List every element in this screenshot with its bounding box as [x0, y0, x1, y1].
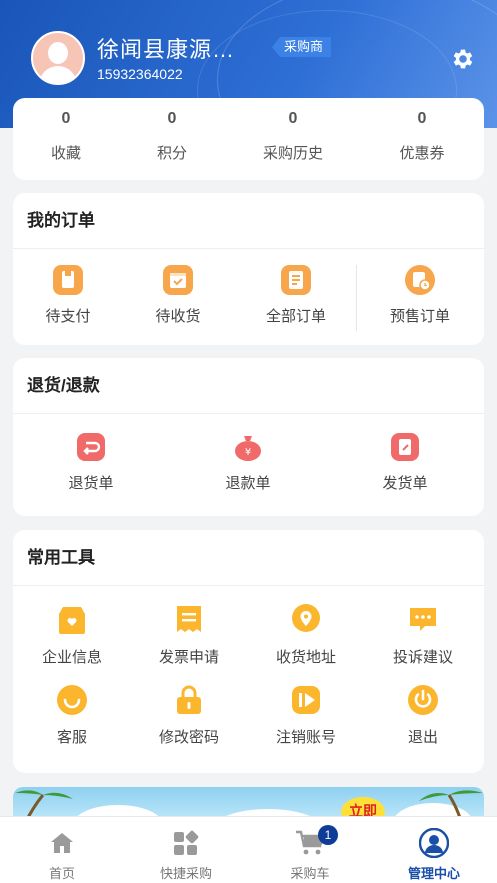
svg-text:¥: ¥	[245, 447, 251, 458]
power-icon	[408, 685, 438, 715]
presale-clock-icon	[405, 265, 435, 295]
tab-label: 管理中心	[407, 866, 460, 881]
tools-card: 常用工具 企业信息 发票申请 收货地址 投诉建议 客服 修改密码 注销账号 退出	[13, 530, 484, 773]
return-icon	[77, 433, 105, 461]
returns-title: 退货/退款	[13, 358, 484, 414]
tool-company-info[interactable]: 企业信息	[17, 602, 127, 667]
return-label: 退货单	[68, 475, 114, 492]
order-pending-payment[interactable]: 待支付	[13, 263, 123, 326]
tool-change-password[interactable]: 修改密码	[134, 682, 244, 747]
order-label: 待支付	[45, 308, 91, 325]
user-icon	[419, 828, 449, 858]
bottom-tab-bar: 首页 快捷采购 1 采购车 管理中心	[0, 816, 497, 883]
return-orders[interactable]: 退货单	[36, 430, 146, 493]
order-all[interactable]: 全部订单	[241, 263, 351, 326]
stat-label: 积分	[156, 145, 187, 162]
order-label: 待收货	[155, 308, 201, 325]
shipping-doc-icon	[391, 433, 419, 461]
tool-label: 发票申请	[158, 649, 219, 666]
stats-card: 0 收藏 0 积分 0 采购历史 0 优惠券	[13, 98, 484, 180]
lock-icon	[177, 685, 201, 714]
tool-label: 收货地址	[275, 649, 336, 666]
orders-card: 我的订单 待支付 待收货 全部订单 预售订单	[13, 193, 484, 345]
stat-value: 0	[288, 110, 298, 127]
tool-label: 退出	[407, 729, 438, 746]
shipping-orders[interactable]: 发货单	[350, 430, 460, 493]
stat-value: 0	[417, 110, 427, 127]
tool-customer-service[interactable]: 客服	[17, 682, 127, 747]
stat-label: 收藏	[50, 145, 81, 162]
tool-label: 投诉建议	[392, 649, 453, 666]
user-name: 徐闻县康源…	[97, 37, 236, 62]
refund-label: 退款单	[225, 475, 271, 492]
user-phone: 15932364022	[97, 66, 183, 82]
divider	[356, 265, 357, 331]
tool-cancel-account[interactable]: 注销账号	[251, 682, 361, 747]
inbox-icon	[163, 265, 193, 295]
stat-label: 优惠券	[399, 145, 445, 162]
order-label: 预售订单	[389, 308, 450, 325]
cart-badge: 1	[318, 825, 338, 845]
stat-purchase-history[interactable]: 0 采购历史	[251, 110, 335, 163]
tool-label: 注销账号	[275, 729, 336, 746]
tab-home[interactable]: 首页	[0, 817, 124, 882]
avatar[interactable]	[31, 31, 85, 85]
refund-orders[interactable]: ¥ 退款单	[193, 430, 303, 493]
returns-card: 退货/退款 退货单 ¥ 退款单 发货单	[13, 358, 484, 516]
tool-shipping-address[interactable]: 收货地址	[251, 602, 361, 667]
stat-value: 0	[167, 110, 177, 127]
logout-account-icon	[292, 686, 320, 714]
feedback-icon	[410, 608, 436, 631]
order-presale[interactable]: 预售订单	[365, 263, 475, 326]
smile-icon	[57, 685, 87, 715]
stat-label: 采购历史	[262, 145, 323, 162]
tab-cart[interactable]: 1 采购车	[248, 817, 372, 882]
stat-points[interactable]: 0 积分	[137, 110, 207, 163]
store-icon	[59, 607, 85, 634]
tool-label: 企业信息	[41, 649, 102, 666]
tab-quick-purchase[interactable]: 快捷采购	[124, 817, 248, 882]
orders-title: 我的订单	[13, 193, 484, 249]
money-bag-icon: ¥	[235, 436, 261, 461]
stat-favorites[interactable]: 0 收藏	[31, 110, 101, 163]
order-label: 全部订单	[265, 308, 326, 325]
stat-value: 0	[61, 110, 71, 127]
tool-logout[interactable]: 退出	[368, 682, 478, 747]
tool-invoice-request[interactable]: 发票申请	[134, 602, 244, 667]
tab-label: 首页	[48, 866, 75, 881]
grid-icon	[174, 830, 199, 855]
tab-management-center[interactable]: 管理中心	[372, 817, 496, 882]
gear-icon[interactable]	[450, 46, 476, 72]
tool-feedback[interactable]: 投诉建议	[368, 602, 478, 667]
tool-label: 修改密码	[158, 729, 219, 746]
order-pending-receipt[interactable]: 待收货	[123, 263, 233, 326]
tab-label: 快捷采购	[159, 866, 212, 881]
role-badge: 采购商	[272, 37, 332, 57]
location-pin-icon	[292, 604, 320, 632]
wallet-icon	[53, 265, 83, 295]
invoice-icon	[177, 606, 201, 632]
tool-label: 客服	[56, 729, 87, 746]
order-list-icon	[281, 265, 311, 295]
shipping-label: 发货单	[382, 475, 428, 492]
stat-coupons[interactable]: 0 优惠券	[387, 110, 457, 163]
tab-label: 采购车	[290, 866, 330, 881]
tools-title: 常用工具	[13, 530, 484, 586]
home-icon	[51, 833, 73, 853]
